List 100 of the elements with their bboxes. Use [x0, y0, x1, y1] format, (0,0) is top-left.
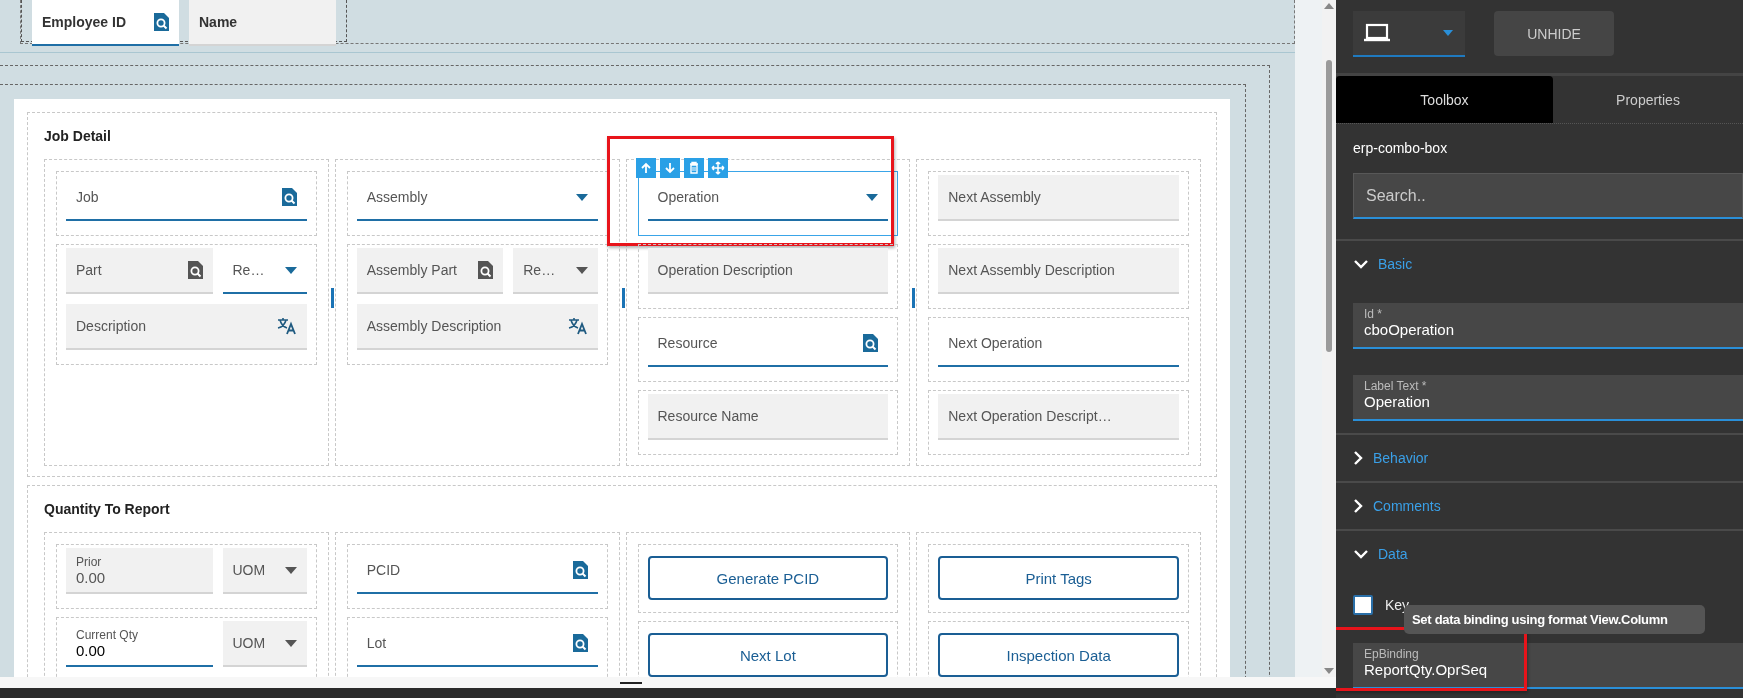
device-dropdown[interactable]	[1353, 11, 1465, 57]
group-title: Data	[1378, 546, 1408, 562]
section-title: Job Detail	[44, 127, 112, 146]
field-label: UOM	[232, 635, 267, 651]
search-icon	[153, 13, 169, 31]
input-field[interactable]: Label Text * Operation	[1353, 375, 1743, 421]
field-label: Next Operation	[948, 335, 1044, 351]
field-label: Re…	[232, 262, 266, 278]
input-field[interactable]: Next Assembly	[938, 175, 1179, 221]
field-label: Resource	[657, 335, 719, 351]
input-field[interactable]: UOM	[222, 548, 307, 594]
input-field[interactable]: UOM	[222, 621, 307, 667]
input-field[interactable]: Part	[66, 248, 213, 294]
component-cell[interactable]: Assembly	[346, 171, 608, 236]
move-button[interactable]	[707, 158, 728, 178]
input-field[interactable]: EpBinding ReportQty.OprSeq	[1353, 643, 1743, 689]
caret-icon	[1443, 30, 1453, 36]
form-button[interactable]: Generate PCID	[647, 556, 889, 600]
input-field[interactable]: Next Operation Descript…	[938, 394, 1179, 440]
component-cell[interactable]: Operation Description	[637, 244, 899, 309]
scroll-up-icon	[1324, 3, 1334, 9]
arrow-up-button[interactable]	[635, 158, 656, 178]
component-cell[interactable]: Next Assembly Description	[928, 244, 1189, 309]
field-label: Next Assembly Description	[948, 262, 1116, 278]
field-label: Operation Description	[657, 262, 794, 278]
form-button[interactable]: Print Tags	[938, 556, 1179, 600]
resize-handle[interactable]	[621, 288, 625, 308]
scrollbar-thumb[interactable]	[1326, 60, 1332, 352]
group-header[interactable]: Data	[1336, 531, 1743, 577]
input-field[interactable]: Id * cboOperation	[1353, 303, 1743, 349]
panel-tab[interactable]: Properties	[1553, 76, 1743, 123]
field-label: Id *	[1364, 307, 1383, 321]
field-label: Operation	[657, 189, 720, 205]
field-label: Lot	[366, 635, 388, 651]
field-label: EpBinding	[1364, 647, 1420, 661]
input-field[interactable]: Assembly Description	[356, 304, 598, 350]
delete-button[interactable]	[683, 158, 704, 178]
field-label: Job	[76, 189, 100, 205]
form-button[interactable]: Inspection Data	[938, 633, 1179, 677]
component-cell[interactable]: Next Operation	[928, 317, 1189, 382]
caret-icon	[575, 193, 588, 201]
input-field[interactable]: Prior 0.00	[66, 548, 213, 594]
input-field[interactable]: Name	[189, 0, 336, 46]
search-field[interactable]: Search..	[1353, 173, 1743, 219]
search-icon	[477, 261, 494, 279]
component-cell[interactable]: Next Operation Descript…	[928, 390, 1189, 455]
component-cell[interactable]: Assembly Part Re… Assembly Description	[346, 244, 608, 365]
component-cell[interactable]: Next Assembly	[928, 171, 1189, 236]
arrow-down-button[interactable]	[659, 158, 680, 178]
scroll-down-icon	[1324, 668, 1334, 674]
input-field[interactable]: Description	[66, 304, 307, 350]
form-button[interactable]: Next Lot	[647, 633, 889, 677]
component-cell[interactable]: PCID	[346, 544, 608, 609]
component-cell[interactable]: Current Qty 0.00 UOM	[56, 617, 317, 677]
group-header[interactable]: Behavior	[1336, 435, 1743, 481]
search-icon	[280, 188, 297, 206]
input-field[interactable]: Operation Description	[647, 248, 889, 294]
field-label: Assembly Description	[366, 318, 503, 334]
input-field[interactable]: Re…	[513, 248, 598, 294]
caret-icon	[284, 266, 297, 274]
component-cell[interactable]: Resource Name	[637, 390, 899, 455]
field-label: Assembly	[366, 189, 429, 205]
component-cell[interactable]: Generate PCID	[637, 544, 899, 613]
component-cell[interactable]: Prior 0.00 UOM	[56, 544, 317, 609]
resize-handle[interactable]	[912, 288, 916, 308]
component-cell[interactable]: Inspection Data	[928, 621, 1189, 677]
field-label: Next Assembly	[948, 189, 1042, 205]
component-cell[interactable]: Next Lot	[637, 621, 899, 677]
selected-component[interactable]: Operation	[637, 171, 899, 236]
scrollbar-thumb[interactable]	[620, 682, 642, 684]
caret-icon	[284, 639, 297, 647]
input-field[interactable]: Employee ID	[32, 0, 179, 46]
resize-handle[interactable]	[330, 288, 334, 308]
field-label: Resource Name	[657, 408, 760, 424]
input-field[interactable]: Assembly Part	[356, 248, 504, 294]
search-icon	[862, 334, 879, 352]
field-value: ReportQty.OprSeq	[1364, 661, 1489, 678]
component-cell[interactable]: Part Re… Description	[56, 244, 317, 365]
field-value: 0.00	[76, 568, 107, 586]
field-label: UOM	[232, 562, 267, 578]
field-label: Prior	[76, 554, 103, 569]
component-cell[interactable]: Job	[56, 171, 317, 236]
component-cell[interactable]: Lot	[346, 617, 608, 677]
unhide-button[interactable]: UNHIDE	[1494, 11, 1614, 56]
field-value: cboOperation	[1364, 321, 1456, 338]
panel-tab[interactable]: Toolbox	[1336, 76, 1553, 123]
laptop-icon	[1363, 23, 1391, 43]
field-value: 0.00	[76, 641, 107, 659]
checkbox[interactable]	[1353, 595, 1373, 615]
arrow-down-icon	[662, 161, 677, 175]
input-field[interactable]: Resource Name	[647, 394, 889, 440]
field-label: Employee ID	[42, 14, 128, 30]
component-cell[interactable]: Resource	[637, 317, 899, 382]
field-label: Name	[199, 14, 239, 30]
component-cell[interactable]: Print Tags	[928, 544, 1189, 613]
field-label: Part	[76, 262, 103, 278]
input-field[interactable]: Next Assembly Description	[938, 248, 1179, 294]
group-header[interactable]: Basic	[1336, 241, 1743, 287]
group-header[interactable]: Comments	[1336, 483, 1743, 529]
group-title: Behavior	[1373, 450, 1429, 466]
